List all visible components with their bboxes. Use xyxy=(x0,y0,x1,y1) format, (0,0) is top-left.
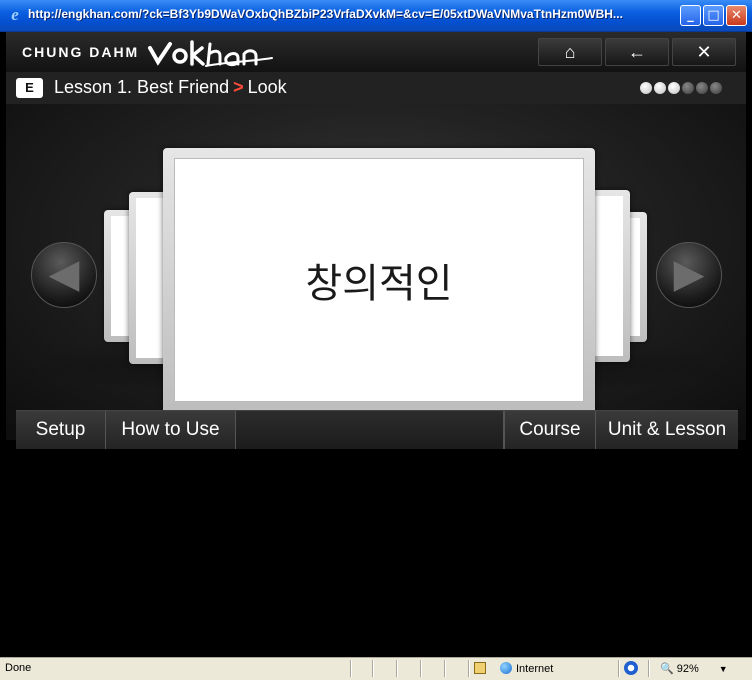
section-title: Look xyxy=(247,77,287,97)
statusbar-divider xyxy=(350,660,352,677)
close-icon: ✕ xyxy=(696,42,712,62)
maximize-button[interactable]: □ xyxy=(703,5,724,26)
lesson-title: Lesson 1. Best Friend xyxy=(54,77,230,97)
lesson-bar: E Lesson 1. Best Friend > Look xyxy=(6,72,746,104)
chevron-down-icon: ▼ xyxy=(718,664,728,674)
zone-label: Internet xyxy=(516,663,554,675)
course-button[interactable]: Course xyxy=(504,411,596,449)
progress-dot xyxy=(682,82,694,94)
window-title: http://engkhan.com/?ck=Bf3Yb9DWaVOxbQhBZ… xyxy=(28,7,623,21)
statusbar-divider xyxy=(468,660,470,677)
vokhan-logo xyxy=(148,40,273,67)
minimize-button[interactable]: _ xyxy=(680,5,701,26)
home-button[interactable]: ⌂ xyxy=(538,38,602,66)
statusbar-divider xyxy=(420,660,422,677)
flashcard-current[interactable]: 창의적인 xyxy=(163,148,595,414)
browser-statusbar: Done Internet 🔍 92% ▼ xyxy=(0,657,752,680)
menu-spacer xyxy=(236,411,504,449)
setup-button[interactable]: Setup xyxy=(16,411,106,449)
progress-dot xyxy=(710,82,722,94)
level-badge: E xyxy=(16,78,43,98)
back-button[interactable]: ← xyxy=(605,38,669,66)
app-topbar: CHUNG DAHM ⌂ ← ✕ xyxy=(6,32,746,72)
statusbar-divider xyxy=(396,660,398,677)
close-icon: ✕ xyxy=(731,8,742,23)
statusbar-divider xyxy=(618,660,620,677)
protected-mode-icon[interactable] xyxy=(624,661,638,675)
breadcrumb-separator: > xyxy=(233,77,244,97)
back-arrow-icon: ← xyxy=(628,42,646,62)
arrow-right-icon: ▶ xyxy=(673,252,705,296)
window-titlebar: e http://engkhan.com/?ck=Bf3Yb9DWaVOxbQh… xyxy=(0,0,752,32)
unit-lesson-button[interactable]: Unit & Lesson xyxy=(596,411,738,449)
minimize-icon: _ xyxy=(687,8,694,23)
card-stage: 창의적인 ◀ ▶ xyxy=(6,104,746,440)
how-to-use-button[interactable]: How to Use xyxy=(106,411,236,449)
ie-icon: e xyxy=(11,5,19,24)
close-window-button[interactable]: ✕ xyxy=(726,5,747,26)
progress-dot xyxy=(668,82,680,94)
prev-card-button[interactable]: ◀ xyxy=(31,242,97,308)
progress-dot xyxy=(654,82,666,94)
bottom-menu: Setup How to Use Course Unit & Lesson xyxy=(16,410,738,449)
statusbar-divider xyxy=(372,660,374,677)
zoom-icon: 🔍 xyxy=(660,663,674,675)
app-frame: CHUNG DAHM ⌂ ← ✕ E Lesson 1. Best Friend… xyxy=(6,32,746,656)
arrow-left-icon: ◀ xyxy=(48,252,80,296)
security-zone[interactable]: Internet xyxy=(500,662,553,675)
brand-text: CHUNG DAHM xyxy=(22,44,140,60)
next-card-button[interactable]: ▶ xyxy=(656,242,722,308)
breadcrumb: Lesson 1. Best Friend > Look xyxy=(54,77,287,98)
progress-dots xyxy=(640,82,724,100)
progress-dot xyxy=(696,82,708,94)
zoom-level: 92% xyxy=(676,663,699,675)
progress-dot xyxy=(640,82,652,94)
statusbar-divider xyxy=(648,660,650,677)
maximize-icon: □ xyxy=(707,8,720,23)
zoom-control[interactable]: 🔍 92% ▼ xyxy=(660,662,728,675)
exit-button[interactable]: ✕ xyxy=(672,38,736,66)
status-text: Done xyxy=(5,662,32,674)
statusbar-divider xyxy=(444,660,446,677)
flashcard-word: 창의적인 xyxy=(305,261,453,307)
home-icon: ⌂ xyxy=(564,42,576,62)
globe-icon xyxy=(500,662,512,674)
security-warning-icon[interactable] xyxy=(474,662,486,674)
